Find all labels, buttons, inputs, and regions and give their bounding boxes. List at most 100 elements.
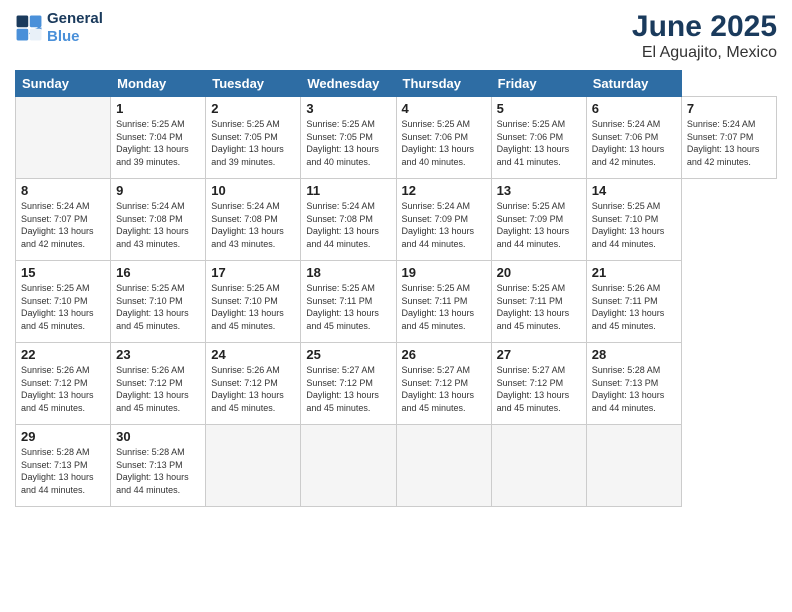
day-number: 29 — [21, 429, 105, 444]
day-info: Sunrise: 5:25 AMSunset: 7:06 PMDaylight:… — [402, 118, 486, 168]
calendar-cell: 8 Sunrise: 5:24 AMSunset: 7:07 PMDaylight… — [16, 179, 111, 261]
day-number: 10 — [211, 183, 295, 198]
calendar-subtitle: El Aguajito, Mexico — [632, 44, 777, 62]
day-info: Sunrise: 5:25 AMSunset: 7:10 PMDaylight:… — [21, 282, 105, 332]
weekday-header-row: SundayMondayTuesdayWednesdayThursdayFrid… — [16, 71, 777, 97]
day-number: 12 — [402, 183, 486, 198]
day-number: 26 — [402, 347, 486, 362]
day-info: Sunrise: 5:24 AMSunset: 7:08 PMDaylight:… — [211, 200, 295, 250]
day-number: 27 — [497, 347, 581, 362]
calendar-cell: 10 Sunrise: 5:24 AMSunset: 7:08 PMDayligh… — [206, 179, 301, 261]
day-info: Sunrise: 5:26 AMSunset: 7:12 PMDaylight:… — [21, 364, 105, 414]
day-info: Sunrise: 5:25 AMSunset: 7:11 PMDaylight:… — [402, 282, 486, 332]
day-info: Sunrise: 5:27 AMSunset: 7:12 PMDaylight:… — [306, 364, 390, 414]
logo: General Blue — [15, 10, 103, 46]
calendar-cell — [301, 425, 396, 507]
calendar-cell: 9 Sunrise: 5:24 AMSunset: 7:08 PMDaylight… — [111, 179, 206, 261]
calendar-cell: 18Sunrise: 5:25 AMSunset: 7:11 PMDayligh… — [301, 261, 396, 343]
day-info: Sunrise: 5:26 AMSunset: 7:11 PMDaylight:… — [592, 282, 676, 332]
calendar-cell: 2 Sunrise: 5:25 AMSunset: 7:05 PMDaylight… — [206, 97, 301, 179]
day-number: 19 — [402, 265, 486, 280]
calendar-table: SundayMondayTuesdayWednesdayThursdayFrid… — [15, 70, 777, 507]
calendar-cell: 1 Sunrise: 5:25 AMSunset: 7:04 PMDaylight… — [111, 97, 206, 179]
calendar-cell — [491, 425, 586, 507]
day-number: 2 — [211, 101, 295, 116]
calendar-cell: 5Sunrise: 5:25 AMSunset: 7:06 PMDaylight… — [491, 97, 586, 179]
day-number: 14 — [592, 183, 676, 198]
day-number: 15 — [21, 265, 105, 280]
calendar-cell: 20 Sunrise: 5:25 AMSunset: 7:11 PMDayligh… — [491, 261, 586, 343]
day-number: 22 — [21, 347, 105, 362]
weekday-header-tuesday: Tuesday — [206, 71, 301, 97]
day-number: 28 — [592, 347, 676, 362]
logo-icon — [15, 14, 43, 42]
day-number: 17 — [211, 265, 295, 280]
day-info: Sunrise: 5:25 AMSunset: 7:09 PMDaylight:… — [497, 200, 581, 250]
calendar-cell: 30Sunrise: 5:28 AMSunset: 7:13 PMDayligh… — [111, 425, 206, 507]
calendar-cell: 11 Sunrise: 5:24 AMSunset: 7:08 PMDayligh… — [301, 179, 396, 261]
weekday-header-monday: Monday — [111, 71, 206, 97]
day-number: 7 — [687, 101, 771, 116]
day-number: 13 — [497, 183, 581, 198]
calendar-cell: 13 Sunrise: 5:25 AMSunset: 7:09 PMDayligh… — [491, 179, 586, 261]
day-info: Sunrise: 5:24 AMSunset: 7:07 PMDaylight:… — [687, 118, 771, 168]
day-info: Sunrise: 5:24 AMSunset: 7:09 PMDaylight:… — [402, 200, 486, 250]
day-number: 5 — [497, 101, 581, 116]
day-info: Sunrise: 5:25 AMSunset: 7:11 PMDaylight:… — [306, 282, 390, 332]
day-info: Sunrise: 5:25 AMSunset: 7:04 PMDaylight:… — [116, 118, 200, 168]
day-number: 3 — [306, 101, 390, 116]
day-info: Sunrise: 5:28 AMSunset: 7:13 PMDaylight:… — [116, 446, 200, 496]
day-number: 20 — [497, 265, 581, 280]
calendar-cell — [206, 425, 301, 507]
calendar-cell: 22 Sunrise: 5:26 AMSunset: 7:12 PMDayligh… — [16, 343, 111, 425]
day-number: 11 — [306, 183, 390, 198]
weekday-header-friday: Friday — [491, 71, 586, 97]
day-info: Sunrise: 5:25 AMSunset: 7:10 PMDaylight:… — [211, 282, 295, 332]
calendar-cell: 19 Sunrise: 5:25 AMSunset: 7:11 PMDayligh… — [396, 261, 491, 343]
week-row-4: 22 Sunrise: 5:26 AMSunset: 7:12 PMDayligh… — [16, 343, 777, 425]
day-number: 1 — [116, 101, 200, 116]
calendar-cell: 16Sunrise: 5:25 AMSunset: 7:10 PMDayligh… — [111, 261, 206, 343]
day-info: Sunrise: 5:25 AMSunset: 7:05 PMDaylight:… — [306, 118, 390, 168]
day-number: 6 — [592, 101, 676, 116]
calendar-cell: 4 Sunrise: 5:25 AMSunset: 7:06 PMDaylight… — [396, 97, 491, 179]
calendar-cell: 14 Sunrise: 5:25 AMSunset: 7:10 PMDayligh… — [586, 179, 681, 261]
day-info: Sunrise: 5:26 AMSunset: 7:12 PMDaylight:… — [116, 364, 200, 414]
day-number: 24 — [211, 347, 295, 362]
calendar-cell: 3 Sunrise: 5:25 AMSunset: 7:05 PMDaylight… — [301, 97, 396, 179]
calendar-cell: 27Sunrise: 5:27 AMSunset: 7:12 PMDayligh… — [491, 343, 586, 425]
weekday-header-saturday: Saturday — [586, 71, 681, 97]
day-number: 4 — [402, 101, 486, 116]
day-number: 9 — [116, 183, 200, 198]
day-number: 25 — [306, 347, 390, 362]
day-info: Sunrise: 5:25 AMSunset: 7:11 PMDaylight:… — [497, 282, 581, 332]
calendar-cell: 23 Sunrise: 5:26 AMSunset: 7:12 PMDayligh… — [111, 343, 206, 425]
day-number: 23 — [116, 347, 200, 362]
day-info: Sunrise: 5:24 AMSunset: 7:06 PMDaylight:… — [592, 118, 676, 168]
week-row-1: 1 Sunrise: 5:25 AMSunset: 7:04 PMDaylight… — [16, 97, 777, 179]
day-info: Sunrise: 5:24 AMSunset: 7:07 PMDaylight:… — [21, 200, 105, 250]
calendar-cell: 7 Sunrise: 5:24 AMSunset: 7:07 PMDaylight… — [681, 97, 776, 179]
day-info: Sunrise: 5:25 AMSunset: 7:10 PMDaylight:… — [592, 200, 676, 250]
week-row-3: 15 Sunrise: 5:25 AMSunset: 7:10 PMDayligh… — [16, 261, 777, 343]
calendar-cell: 29Sunrise: 5:28 AMSunset: 7:13 PMDayligh… — [16, 425, 111, 507]
header: General Blue June 2025 El Aguajito, Mexi… — [15, 10, 777, 62]
week-row-2: 8 Sunrise: 5:24 AMSunset: 7:07 PMDaylight… — [16, 179, 777, 261]
calendar-cell: 17 Sunrise: 5:25 AMSunset: 7:10 PMDayligh… — [206, 261, 301, 343]
calendar-cell: 12 Sunrise: 5:24 AMSunset: 7:09 PMDayligh… — [396, 179, 491, 261]
calendar-cell: 15 Sunrise: 5:25 AMSunset: 7:10 PMDayligh… — [16, 261, 111, 343]
week-row-5: 29 Sunrise: 5:28 AMSunset: 7:13 PMDayligh… — [16, 425, 777, 507]
day-number: 8 — [21, 183, 105, 198]
day-info: Sunrise: 5:27 AMSunset: 7:12 PMDaylight:… — [402, 364, 486, 414]
day-info: Sunrise: 5:25 AMSunset: 7:05 PMDaylight:… — [211, 118, 295, 168]
calendar-cell: 26 Sunrise: 5:27 AMSunset: 7:12 PMDayligh… — [396, 343, 491, 425]
calendar-cell — [586, 425, 681, 507]
day-info: Sunrise: 5:25 AMSunset: 7:10 PMDaylight:… — [116, 282, 200, 332]
calendar-cell: 24Sunrise: 5:26 AMSunset: 7:12 PMDayligh… — [206, 343, 301, 425]
calendar-cell — [396, 425, 491, 507]
calendar-cell: 25 Sunrise: 5:27 AMSunset: 7:12 PMDayligh… — [301, 343, 396, 425]
day-info: Sunrise: 5:24 AMSunset: 7:08 PMDaylight:… — [306, 200, 390, 250]
calendar-title: June 2025 — [632, 10, 777, 44]
day-info: Sunrise: 5:24 AMSunset: 7:08 PMDaylight:… — [116, 200, 200, 250]
page: General Blue June 2025 El Aguajito, Mexi… — [0, 0, 792, 612]
